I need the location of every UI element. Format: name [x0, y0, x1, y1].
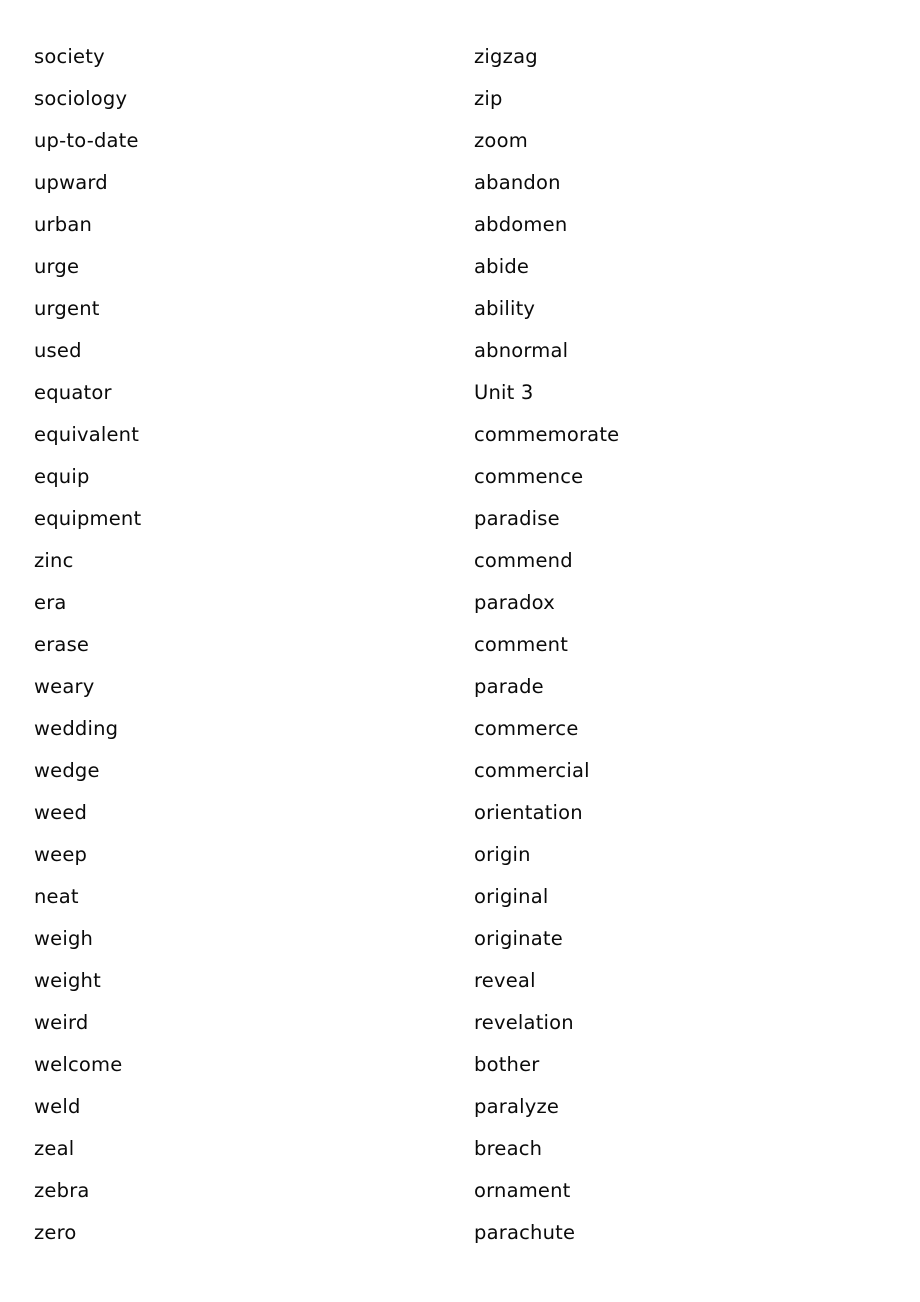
vocabulary-word: commemorate [474, 423, 620, 446]
vocabulary-word: equator [34, 381, 112, 404]
right-word-column: zigzag zip zoom abandon abdomen abide ability a… [440, 0, 880, 1302]
vocabulary-word: urge [34, 255, 80, 278]
vocabulary-word: abdomen [474, 213, 568, 236]
vocabulary-word: weed [34, 801, 88, 824]
vocabulary-word: paradox [474, 591, 555, 614]
vocabulary-word: zero [34, 1221, 77, 1244]
vocabulary-word: up-to-date [34, 129, 139, 152]
vocabulary-word: parade [474, 675, 544, 698]
left-word-column: society sociology up-to-date upward urban urg… [0, 0, 440, 1302]
vocabulary-word: original [474, 885, 549, 908]
vocabulary-word: weigh [34, 927, 94, 950]
vocabulary-word: welcome [34, 1053, 123, 1076]
vocabulary-word: urban [34, 213, 93, 236]
vocabulary-word: wedge [34, 759, 100, 782]
vocabulary-word: paralyze [474, 1095, 560, 1118]
vocabulary-word: wedding [34, 717, 119, 740]
vocabulary-word: abide [474, 255, 530, 278]
vocabulary-word: zip [474, 87, 503, 110]
vocabulary-word: origin [474, 843, 531, 866]
vocabulary-word: upward [34, 171, 108, 194]
vocabulary-word: equipment [34, 507, 142, 530]
vocabulary-word: bother [474, 1053, 540, 1076]
vocabulary-word: weird [34, 1011, 89, 1034]
vocabulary-word: used [34, 339, 82, 362]
vocabulary-word: equivalent [34, 423, 140, 446]
vocabulary-word: comment [474, 633, 569, 656]
vocabulary-word: paradise [474, 507, 560, 530]
vocabulary-word: neat [34, 885, 79, 908]
vocabulary-word: society [34, 45, 105, 68]
vocabulary-word: sociology [34, 87, 128, 110]
vocabulary-word: revelation [474, 1011, 574, 1034]
vocabulary-word: zoom [474, 129, 528, 152]
vocabulary-word: orientation [474, 801, 583, 824]
vocabulary-word: commercial [474, 759, 590, 782]
vocabulary-word: zeal [34, 1137, 75, 1160]
vocabulary-word: urgent [34, 297, 100, 320]
vocabulary-word: abnormal [474, 339, 569, 362]
vocabulary-word: ornament [474, 1179, 571, 1202]
unit-heading: Unit 3 [474, 381, 534, 404]
vocabulary-word: equip [34, 465, 90, 488]
vocabulary-word: zebra [34, 1179, 90, 1202]
vocabulary-word: commence [474, 465, 584, 488]
vocabulary-word: zinc [34, 549, 74, 572]
vocabulary-word: weep [34, 843, 88, 866]
vocabulary-word: originate [474, 927, 563, 950]
vocabulary-word: weary [34, 675, 95, 698]
vocabulary-word: weight [34, 969, 101, 992]
vocabulary-word: commerce [474, 717, 579, 740]
vocabulary-word: zigzag [474, 45, 538, 68]
vocabulary-word: abandon [474, 171, 561, 194]
vocabulary-word: ability [474, 297, 536, 320]
document-page: society sociology up-to-date upward urban urg… [0, 0, 920, 1302]
vocabulary-word: parachute [474, 1221, 576, 1244]
vocabulary-word: erase [34, 633, 90, 656]
vocabulary-word: breach [474, 1137, 543, 1160]
vocabulary-word: reveal [474, 969, 536, 992]
vocabulary-word: weld [34, 1095, 81, 1118]
vocabulary-word: era [34, 591, 67, 614]
vocabulary-word: commend [474, 549, 573, 572]
